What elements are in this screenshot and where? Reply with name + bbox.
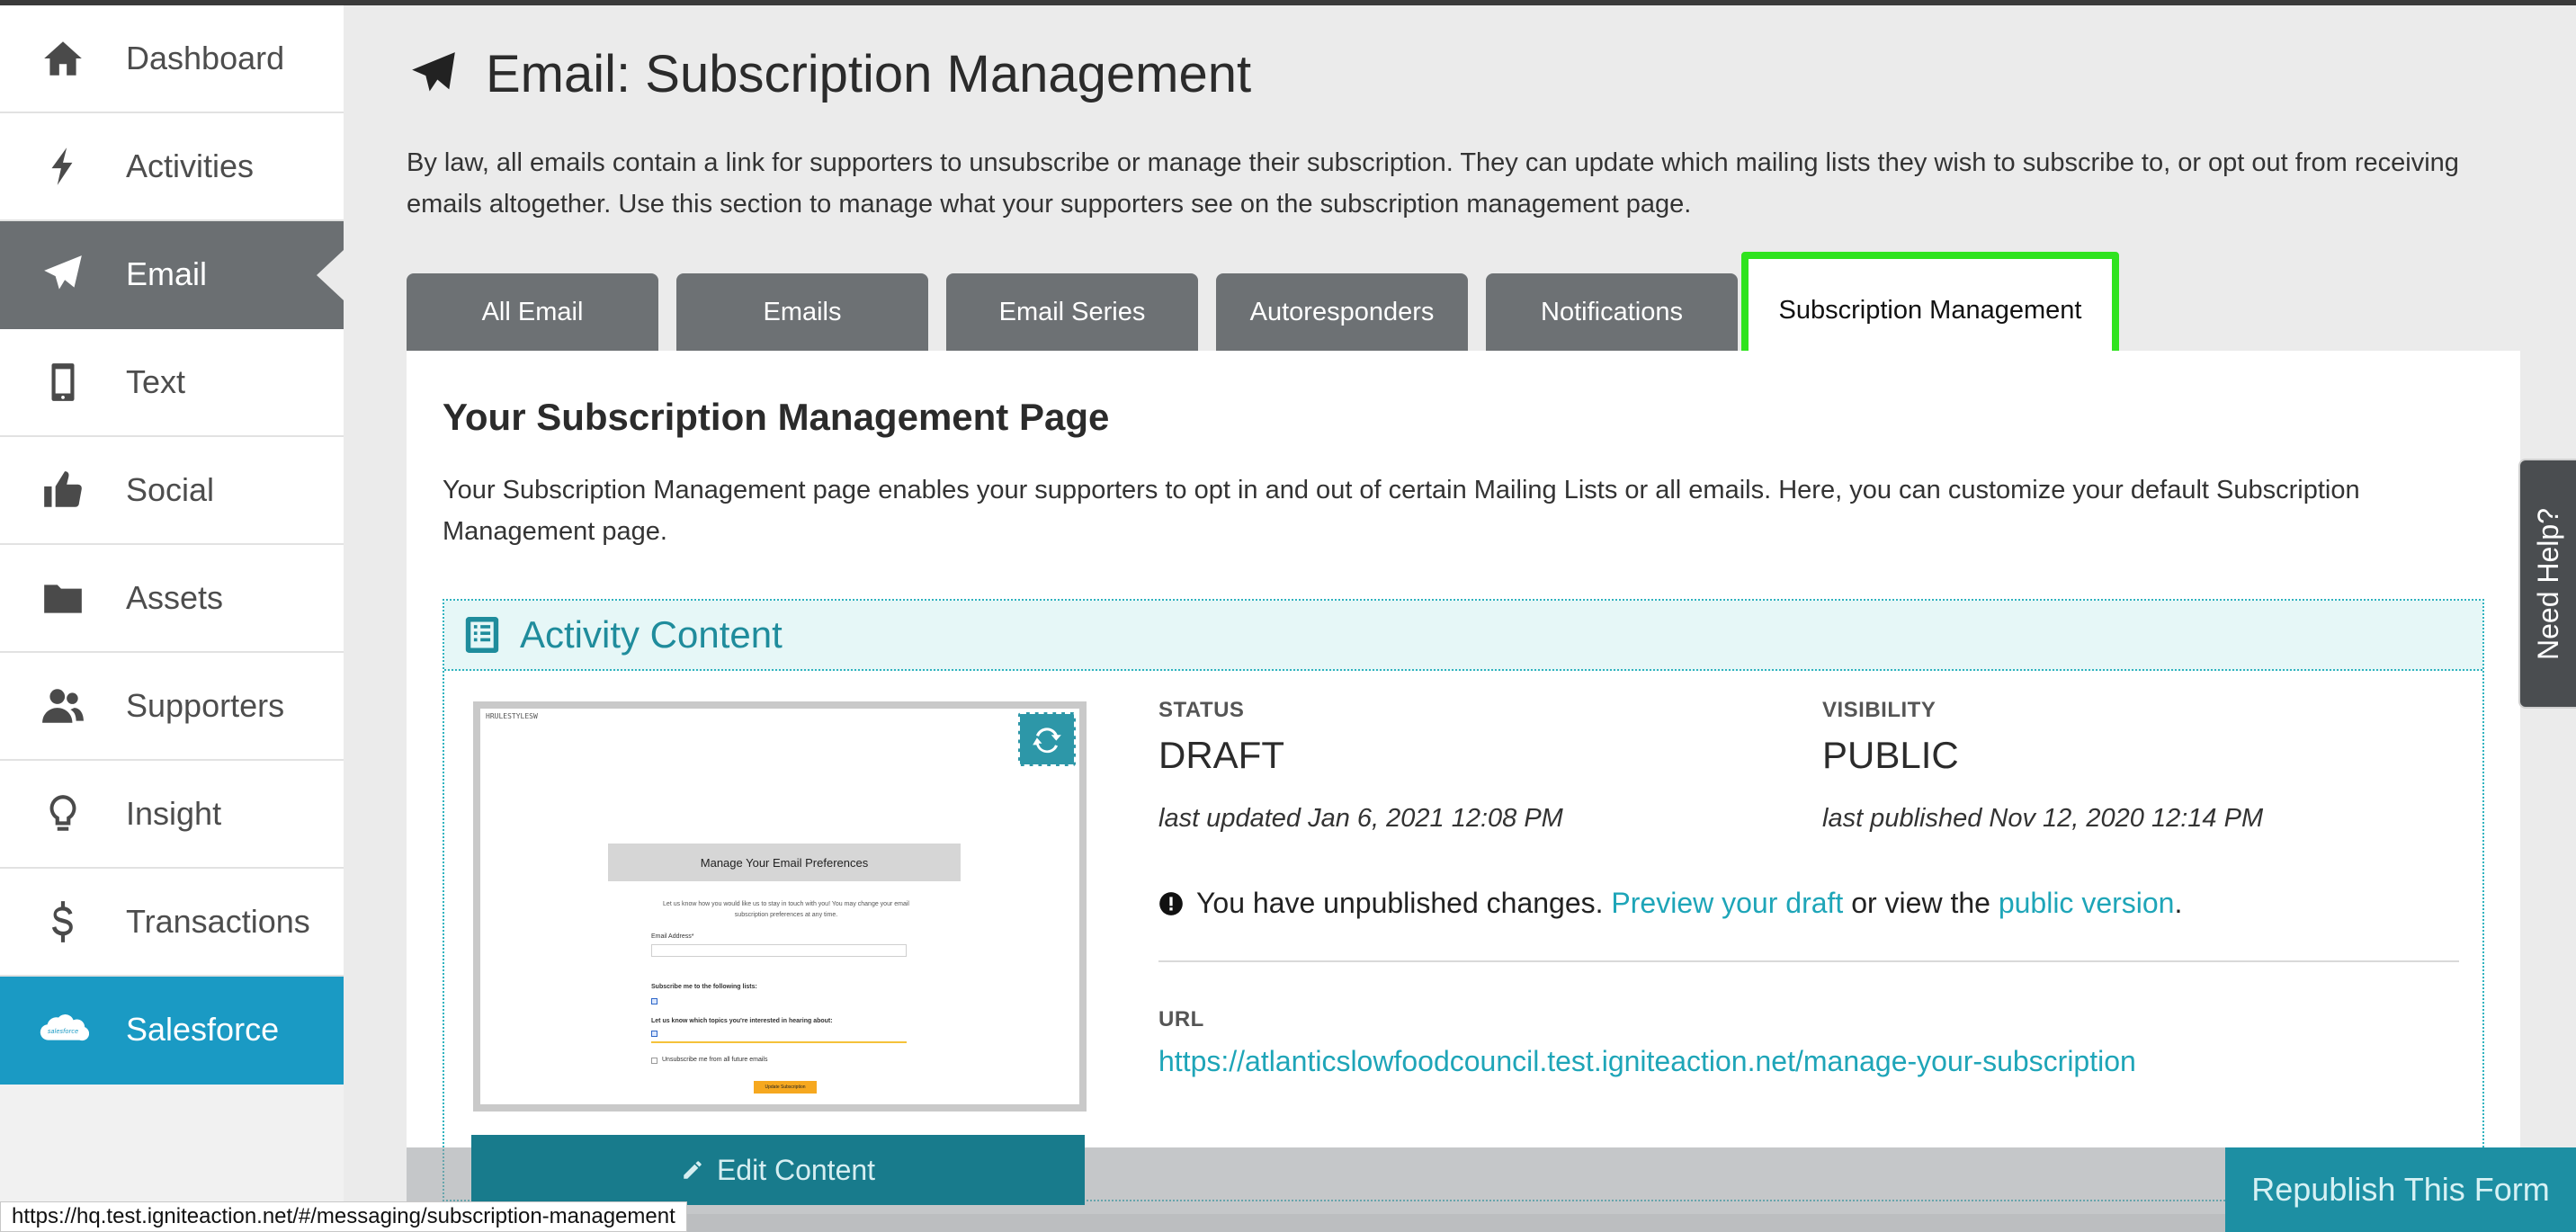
tab-email-series[interactable]: Email Series (946, 273, 1198, 351)
unpublished-suffix: . (2174, 887, 2183, 919)
paper-plane-icon (0, 252, 126, 297)
thumbnail-heading: Manage Your Email Preferences (608, 844, 961, 881)
tab-emails[interactable]: Emails (676, 273, 928, 351)
sidebar-item-label: Salesforce (126, 1011, 280, 1048)
edit-content-button[interactable]: Edit Content (471, 1135, 1085, 1205)
unpublished-notice: You have unpublished changes. Preview yo… (1158, 887, 2182, 920)
sidebar-item-label: Supporters (126, 687, 285, 724)
tab-autoresponders[interactable]: Autoresponders (1216, 273, 1468, 351)
thumbnail-update-button: Update Subscription (754, 1081, 817, 1094)
paper-plane-icon (412, 52, 455, 92)
sidebar: Dashboard Activities Email Text Social A… (0, 5, 344, 1232)
visibility-label: VISIBILITY (1822, 698, 1936, 722)
visibility-value: PUBLIC (1822, 734, 1959, 776)
folder-icon (0, 576, 126, 620)
sidebar-item-dashboard[interactable]: Dashboard (0, 5, 344, 113)
thumbnail-subscribe-label: Subscribe me to the following lists: (651, 984, 757, 990)
sidebar-item-social[interactable]: Social (0, 437, 344, 545)
unpublished-middle-text: or view the (1851, 887, 1990, 919)
url-link[interactable]: https://atlanticslowfoodcouncil.test.ign… (1158, 1045, 2136, 1078)
users-icon (0, 683, 126, 728)
page-header: Email: Subscription Management (407, 38, 1251, 110)
sidebar-item-label: Insight (126, 795, 222, 832)
unpublished-text: You have unpublished changes. (1196, 887, 1604, 919)
sidebar-item-label: Social (126, 471, 215, 508)
exclamation-circle-icon (1159, 891, 1183, 915)
section-description: Your Subscription Management page enable… (443, 476, 2360, 546)
need-help-label: Need Help? (2531, 507, 2564, 660)
tab-notifications[interactable]: Notifications (1486, 273, 1738, 351)
thumbnail-checkbox (651, 998, 657, 1004)
home-icon (0, 36, 126, 81)
activity-content-box: Activity Content HRULESTYLESW Manage You… (443, 599, 2484, 1201)
sidebar-item-label: Activities (126, 147, 255, 184)
thumbnail-email-input (651, 944, 907, 957)
public-version-link[interactable]: public version (1999, 887, 2175, 920)
url-label: URL (1158, 1007, 1204, 1031)
sidebar-item-transactions[interactable]: Transactions (0, 869, 344, 977)
page-preview-thumbnail[interactable]: HRULESTYLESW Manage Your Email Preferenc… (473, 701, 1087, 1111)
last-published: last published Nov 12, 2020 12:14 PM (1822, 804, 2264, 833)
need-help-tab[interactable]: Need Help? (2518, 459, 2576, 709)
edit-content-label: Edit Content (716, 1153, 876, 1186)
activity-content-title: Activity Content (520, 613, 783, 656)
sidebar-item-supporters[interactable]: Supporters (0, 653, 344, 761)
mobile-icon (0, 360, 126, 405)
status-value: DRAFT (1158, 734, 1284, 776)
thumbnail-tag: HRULESTYLESW (486, 712, 538, 720)
sidebar-item-label: Assets (126, 579, 224, 616)
section-title: Your Subscription Management Page (443, 396, 1110, 438)
preview-draft-link[interactable]: Preview your draft (1611, 887, 1843, 920)
activity-content-header: Activity Content (444, 601, 2482, 671)
browser-status-url: https://hq.test.igniteaction.net/#/messa… (0, 1201, 687, 1232)
sidebar-item-email[interactable]: Email (0, 221, 344, 329)
page-title: Email: Subscription Management (486, 44, 1252, 103)
sidebar-item-insight[interactable]: Insight (0, 761, 344, 869)
thumbs-up-icon (0, 468, 126, 513)
sidebar-item-label: Text (126, 363, 186, 400)
sidebar-item-activities[interactable]: Activities (0, 113, 344, 221)
sidebar-item-salesforce[interactable]: salesforce Salesforce (0, 977, 344, 1085)
last-updated: last updated Jan 6, 2021 12:08 PM (1158, 804, 1563, 833)
bolt-icon (0, 144, 126, 189)
top-bar (0, 0, 2576, 5)
active-indicator (317, 250, 344, 300)
tab-all-email[interactable]: All Email (407, 273, 658, 351)
refresh-thumbnail-button[interactable] (1018, 712, 1076, 766)
thumbnail-topics-label: Let us know which topics you're interest… (651, 1018, 833, 1024)
salesforce-logo-text: salesforce (48, 1028, 78, 1035)
refresh-icon (1033, 728, 1061, 754)
salesforce-cloud-icon: salesforce (0, 1012, 126, 1048)
sidebar-item-text[interactable]: Text (0, 329, 344, 437)
republish-form-button[interactable]: Republish This Form (2225, 1147, 2576, 1232)
sidebar-item-label: Dashboard (126, 40, 285, 76)
document-list-icon (444, 617, 520, 653)
thumbnail-text: Let us know how you would like us to sta… (663, 901, 909, 918)
lightbulb-icon (0, 791, 126, 836)
sidebar-item-label: Email (126, 255, 208, 292)
thumbnail-checkbox (651, 1031, 657, 1037)
dollar-icon (0, 899, 126, 944)
thumbnail-email-label: Email Address* (651, 933, 694, 940)
divider (1158, 960, 2459, 962)
status-label: STATUS (1158, 698, 1245, 722)
thumbnail-divider (651, 1041, 907, 1043)
sidebar-item-label: Transactions (126, 903, 310, 940)
sidebar-item-assets[interactable]: Assets (0, 545, 344, 653)
content-panel: Your Subscription Management Page Your S… (407, 351, 2520, 1214)
page-intro: By law, all emails contain a link for su… (407, 148, 2459, 219)
thumbnail-unsubscribe-label: Unsubscribe me from all future emails (662, 1057, 768, 1063)
thumbnail-checkbox (651, 1058, 657, 1064)
pencil-icon (684, 1161, 702, 1179)
